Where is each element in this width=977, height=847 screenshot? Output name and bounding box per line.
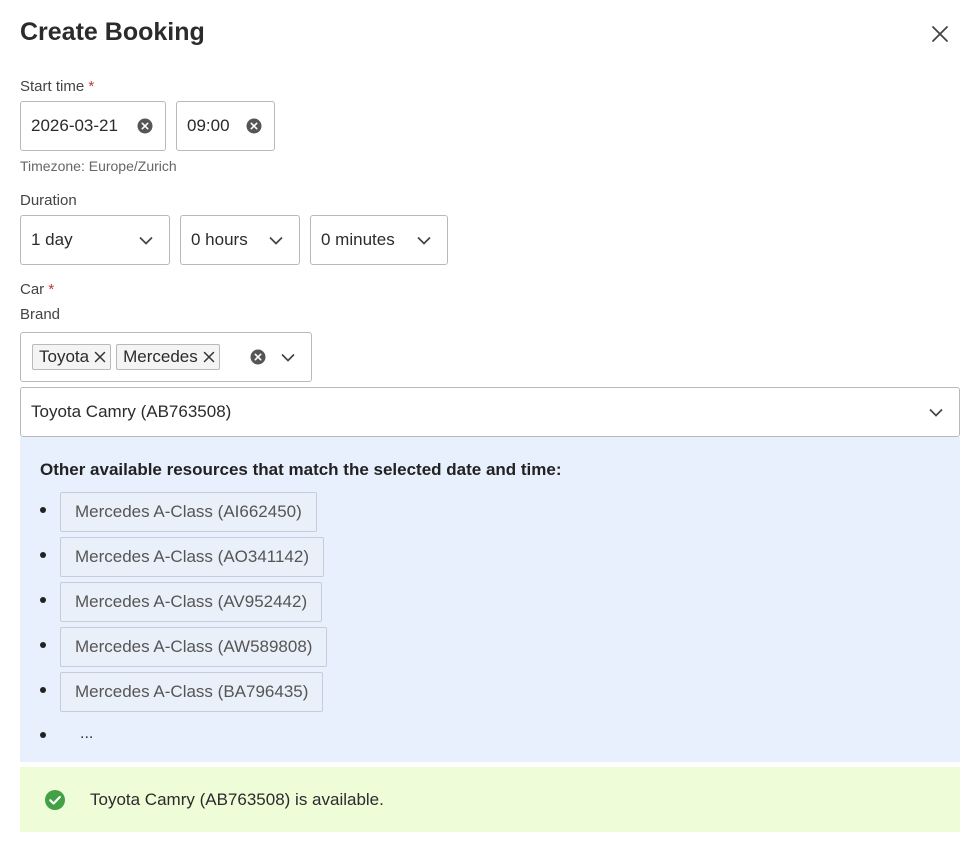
dialog-title: Create Booking <box>20 18 205 46</box>
car-select-value: Toyota Camry (AB763508) <box>31 402 232 421</box>
duration-days-value: 1 day <box>31 230 73 249</box>
close-button[interactable] <box>926 20 954 48</box>
duration-minutes-select[interactable]: 0 minutes <box>310 215 448 265</box>
alternative-resource-button[interactable]: Mercedes A-Class (AW589808) <box>60 627 328 667</box>
bullet <box>40 552 46 558</box>
clear-brands-button[interactable] <box>249 348 267 366</box>
brand-label: Brand <box>20 306 61 323</box>
alternative-resource-button[interactable]: Mercedes A-Class (BA796435) <box>60 672 324 712</box>
start-time-value: 09:00 <box>187 116 230 135</box>
close-icon <box>94 351 106 363</box>
bullet <box>40 687 46 693</box>
alternatives-heading: Other available resources that match the… <box>40 460 562 479</box>
chevron-down-icon <box>137 231 155 249</box>
start-time-input[interactable]: 09:00 <box>176 101 275 151</box>
clear-date-button[interactable] <box>136 117 154 135</box>
start-date-input[interactable]: 2026-03-21 <box>20 101 166 151</box>
required-mark: * <box>88 78 95 95</box>
brand-chip-toyota: Toyota <box>32 344 112 370</box>
chip-label: Toyota <box>39 347 90 366</box>
alternative-resource-button[interactable]: Mercedes A-Class (AI662450) <box>60 492 317 532</box>
chevron-down-icon <box>415 231 433 249</box>
duration-minutes-value: 0 minutes <box>321 230 395 249</box>
remove-chip-button[interactable] <box>94 351 106 363</box>
car-select[interactable]: Toyota Camry (AB763508) <box>20 387 960 437</box>
timezone-hint: Timezone: Europe/Zurich <box>20 158 177 174</box>
clear-time-button[interactable] <box>245 117 263 135</box>
alternative-resource-button[interactable]: Mercedes A-Class (AO341142) <box>60 537 325 577</box>
availability-text: Toyota Camry (AB763508) is available. <box>90 789 384 809</box>
start-time-label-text: Start time <box>20 78 85 95</box>
duration-days-select[interactable]: 1 day <box>20 215 170 265</box>
car-label: Car * <box>20 281 54 298</box>
brand-chip-list: Toyota Mercedes <box>21 344 249 370</box>
chevron-down-icon <box>267 231 285 249</box>
check-circle-icon <box>44 789 66 811</box>
more-ellipsis: ... <box>80 725 94 742</box>
alternative-resource-button[interactable]: Mercedes A-Class (AV952442) <box>60 582 323 622</box>
car-label-text: Car <box>20 281 45 298</box>
bullet <box>40 597 46 603</box>
duration-hours-value: 0 hours <box>191 230 248 249</box>
duration-hours-select[interactable]: 0 hours <box>180 215 300 265</box>
duration-label: Duration <box>20 192 77 209</box>
remove-chip-button[interactable] <box>203 351 215 363</box>
alternatives-panel: Other available resources that match the… <box>20 437 960 762</box>
required-mark: * <box>48 281 55 298</box>
bullet <box>40 732 46 738</box>
close-icon <box>932 26 948 42</box>
chip-label: Mercedes <box>123 347 198 366</box>
brand-chip-mercedes: Mercedes <box>116 344 220 370</box>
close-icon <box>203 351 214 363</box>
availability-message: Toyota Camry (AB763508) is available. <box>20 767 960 832</box>
clear-circle-icon <box>137 118 153 134</box>
chevron-down-icon <box>927 403 945 421</box>
bullet <box>40 507 46 513</box>
clear-circle-icon <box>250 349 266 365</box>
brand-multiselect[interactable]: Toyota Mercedes <box>20 332 312 382</box>
bullet <box>40 642 46 648</box>
start-date-value: 2026-03-21 <box>31 116 118 135</box>
clear-circle-icon <box>246 118 262 134</box>
start-time-label: Start time * <box>20 78 94 95</box>
chevron-down-icon <box>279 348 297 366</box>
